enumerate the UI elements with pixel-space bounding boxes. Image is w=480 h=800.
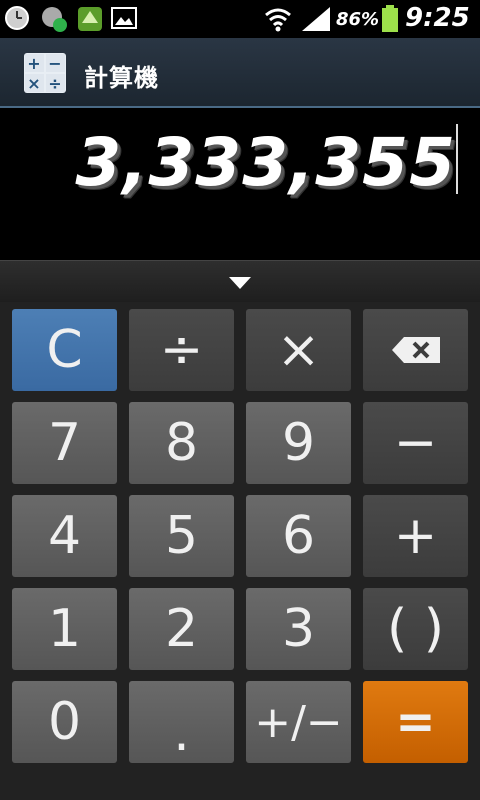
keypad: C ÷ × 7 8 9 − 4 5 6 + 1 2 3 () 0 . +/− … [0, 302, 480, 800]
minus-label: − [393, 413, 438, 473]
digit-3-label: 3 [281, 599, 316, 659]
digit-0-button[interactable]: 0 [12, 681, 117, 763]
text-cursor [456, 124, 458, 194]
multiply-label: × [276, 320, 321, 380]
plus-minus-label: +/− [254, 696, 343, 748]
svg-text:÷: ÷ [48, 74, 61, 93]
digit-9-label: 9 [281, 413, 316, 473]
clear-label: C [46, 320, 83, 380]
digit-5-button[interactable]: 5 [129, 495, 234, 577]
app-title: 計算機 [84, 64, 159, 92]
digit-0-label: 0 [47, 692, 82, 752]
plus-minus-button[interactable]: +/− [246, 681, 351, 763]
history-drawer-handle[interactable] [0, 260, 480, 303]
calculator-app-icon: + − × ÷ [24, 53, 66, 93]
signal-strength-icon [302, 7, 330, 31]
battery-percent: 86% [336, 9, 380, 30]
equals-button[interactable]: = [363, 681, 468, 763]
equals-label: = [395, 694, 436, 750]
digit-4-button[interactable]: 4 [12, 495, 117, 577]
digit-1-label: 1 [47, 599, 82, 659]
gallery-icon [111, 7, 137, 29]
status-time: 9:25 [405, 3, 470, 33]
decimal-point-button[interactable]: . [129, 681, 234, 763]
digit-5-label: 5 [164, 506, 199, 566]
svg-text:+: + [27, 54, 40, 73]
divide-button[interactable]: ÷ [129, 309, 234, 391]
digit-6-label: 6 [281, 506, 316, 566]
digit-7-button[interactable]: 7 [12, 402, 117, 484]
status-bar: 86% 9:25 [0, 0, 480, 38]
clear-button[interactable]: C [12, 309, 117, 391]
backspace-button[interactable] [363, 309, 468, 391]
digit-2-button[interactable]: 2 [129, 588, 234, 670]
divide-label: ÷ [159, 320, 204, 380]
svg-text:−: − [48, 54, 61, 73]
decimal-point-label: . [173, 703, 190, 763]
digit-7-label: 7 [47, 413, 82, 473]
plus-button[interactable]: + [363, 495, 468, 577]
minus-button[interactable]: − [363, 402, 468, 484]
digit-1-button[interactable]: 1 [12, 588, 117, 670]
display-value: 3,333,355 [75, 124, 456, 201]
calculator-display[interactable]: 3,333,355 [0, 108, 480, 260]
wifi-icon [265, 8, 291, 32]
digit-3-button[interactable]: 3 [246, 588, 351, 670]
clock-icon [5, 6, 29, 30]
plus-label: + [393, 506, 438, 566]
app-title-bar: + − × ÷ 計算機 [0, 38, 480, 108]
chevron-down-icon [229, 277, 251, 289]
svg-text:×: × [27, 74, 40, 93]
battery-icon [382, 5, 398, 32]
digit-8-label: 8 [164, 413, 199, 473]
digit-2-label: 2 [164, 599, 199, 659]
backspace-icon [391, 337, 440, 363]
digit-8-button[interactable]: 8 [129, 402, 234, 484]
multiply-button[interactable]: × [246, 309, 351, 391]
digit-4-label: 4 [47, 506, 82, 566]
parentheses-label: ( ) [386, 599, 445, 659]
digit-9-button[interactable]: 9 [246, 402, 351, 484]
security-app-icon [78, 7, 102, 31]
parentheses-button[interactable]: ( ) [363, 588, 468, 670]
sync-notification-icon [42, 7, 67, 32]
digit-6-button[interactable]: 6 [246, 495, 351, 577]
